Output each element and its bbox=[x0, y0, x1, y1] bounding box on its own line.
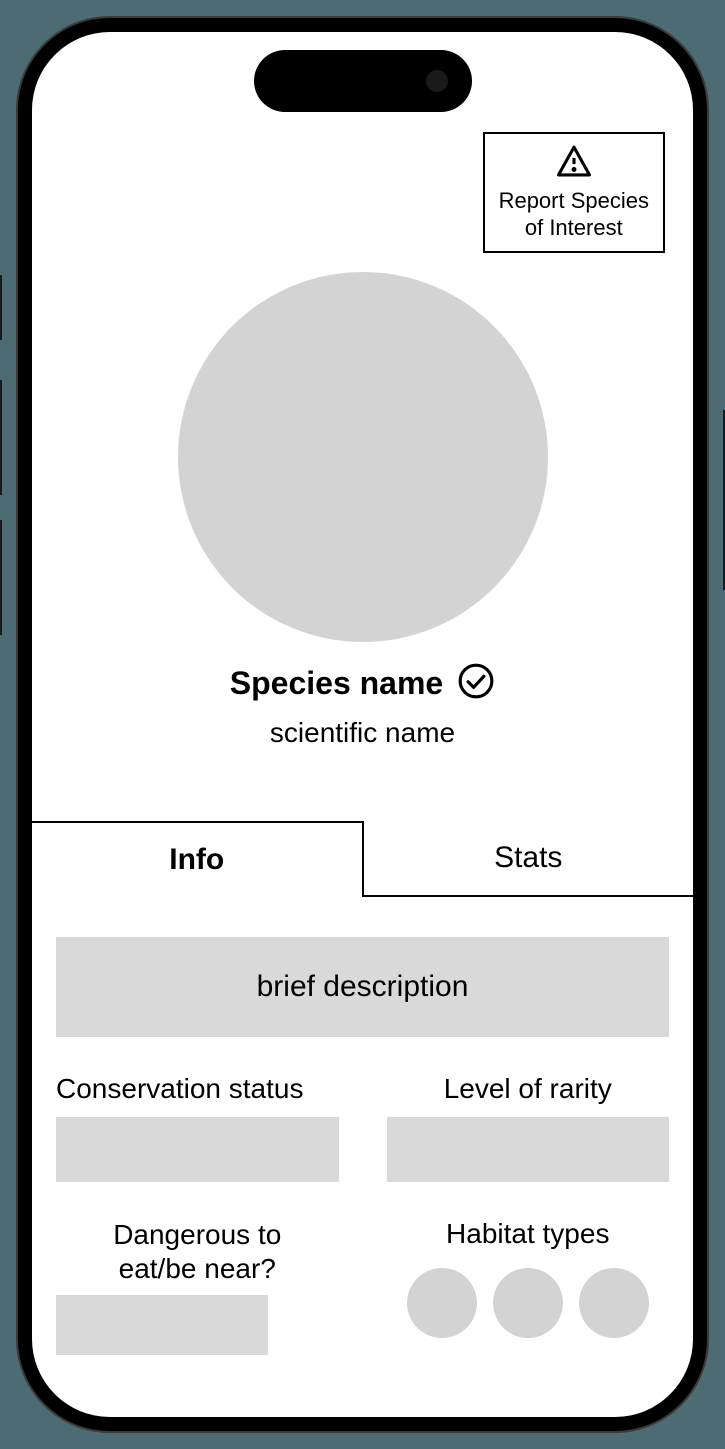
species-image-placeholder bbox=[178, 272, 548, 642]
rarity-label: Level of rarity bbox=[387, 1073, 670, 1105]
rarity-field: Level of rarity bbox=[387, 1073, 670, 1182]
conservation-status-field: Conservation status bbox=[56, 1073, 339, 1182]
danger-label-line2: eat/be near? bbox=[119, 1253, 276, 1284]
description-text: brief description bbox=[257, 970, 469, 1004]
danger-label: Dangerous to eat/be near? bbox=[56, 1218, 339, 1285]
conservation-label: Conservation status bbox=[56, 1073, 339, 1105]
habitat-label: Habitat types bbox=[387, 1218, 670, 1250]
habitat-circles bbox=[387, 1268, 670, 1338]
tab-stats-label: Stats bbox=[494, 841, 562, 874]
tabs: Info Stats bbox=[32, 821, 693, 897]
habitat-type-icon bbox=[493, 1268, 563, 1338]
content: Report Species of Interest Species name … bbox=[32, 32, 693, 1417]
danger-field: Dangerous to eat/be near? bbox=[56, 1218, 339, 1355]
report-label-line2: of Interest bbox=[525, 215, 623, 241]
phone-side-button bbox=[0, 380, 2, 495]
scientific-name: scientific name bbox=[32, 717, 693, 749]
tab-info[interactable]: Info bbox=[32, 821, 364, 897]
phone-side-button bbox=[0, 275, 2, 340]
notch bbox=[254, 50, 472, 112]
report-label-line1: Report Species bbox=[499, 188, 649, 214]
phone-side-button bbox=[0, 520, 2, 635]
species-name-row: Species name bbox=[32, 662, 693, 705]
conservation-value-placeholder bbox=[56, 1117, 339, 1182]
info-panel: brief description Conservation status Le… bbox=[32, 897, 693, 1355]
checkmark-circle-icon bbox=[457, 662, 495, 705]
danger-value-placeholder bbox=[56, 1295, 268, 1355]
alert-triangle-icon bbox=[555, 144, 593, 188]
habitat-type-icon bbox=[579, 1268, 649, 1338]
danger-label-line1: Dangerous to bbox=[113, 1219, 281, 1250]
screen: Report Species of Interest Species name … bbox=[32, 32, 693, 1417]
phone-body: Report Species of Interest Species name … bbox=[18, 18, 707, 1431]
info-row-1: Conservation status Level of rarity bbox=[56, 1073, 669, 1182]
phone-frame: Report Species of Interest Species name … bbox=[0, 0, 725, 1449]
species-name: Species name bbox=[230, 665, 443, 702]
rarity-value-placeholder bbox=[387, 1117, 670, 1182]
info-row-2: Dangerous to eat/be near? Habitat types bbox=[56, 1218, 669, 1355]
report-species-button[interactable]: Report Species of Interest bbox=[483, 132, 665, 253]
tab-stats[interactable]: Stats bbox=[364, 821, 694, 897]
tab-info-label: Info bbox=[169, 843, 224, 876]
habitat-field: Habitat types bbox=[387, 1218, 670, 1338]
description-placeholder: brief description bbox=[56, 937, 669, 1037]
habitat-type-icon bbox=[407, 1268, 477, 1338]
